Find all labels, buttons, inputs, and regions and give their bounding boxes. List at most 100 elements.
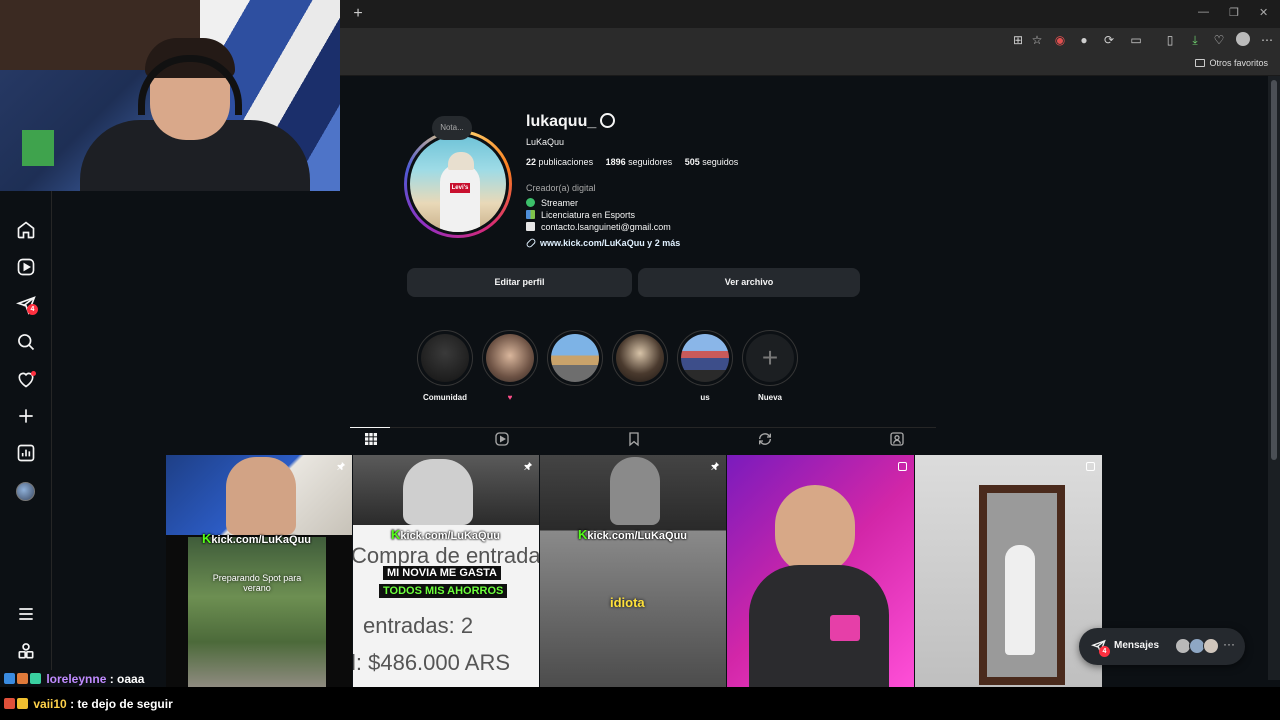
followers-stat[interactable]: 1896 seguidores [606, 157, 673, 167]
bio-line-2: Licenciatura en Esports [541, 210, 636, 220]
reposts-icon [759, 433, 771, 445]
other-favorites-folder[interactable]: Otros favoritos [1195, 58, 1268, 68]
highlight-label: Comunidad [423, 393, 467, 402]
sidebar-reels[interactable] [16, 257, 36, 277]
edit-profile-button[interactable]: Editar perfil [407, 268, 632, 297]
chat-message: vaii10 : te dejo de seguir [4, 697, 173, 711]
settings-gear-icon[interactable] [600, 113, 615, 128]
other-favorites-label: Otros favoritos [1209, 58, 1268, 68]
sidebar-menu[interactable] [16, 604, 36, 624]
chat-badge-icon [30, 673, 41, 684]
messages-pill-badge: 4 [1099, 646, 1110, 657]
profile-avatar[interactable]: Levi's [404, 130, 512, 238]
tab-saved[interactable] [626, 431, 642, 447]
highlight-new[interactable]: + Nueva [742, 330, 798, 403]
browser-menu-icon[interactable]: ⋯ [1259, 32, 1275, 48]
cast-icon[interactable]: ▭ [1128, 32, 1144, 48]
profile-avatar-icon[interactable] [16, 482, 35, 501]
browser-essentials-icon[interactable]: ♡ [1211, 32, 1227, 48]
chat-text: : oaaa [109, 672, 145, 686]
multiple-media-icon [1086, 462, 1095, 471]
books-icon [526, 210, 535, 219]
chat-username: loreleynne [46, 672, 107, 686]
split-screen-icon[interactable]: ▯ [1162, 32, 1178, 48]
post-caption-top: MI NOVIA ME GASTA [383, 566, 501, 580]
sidebar-search[interactable] [16, 332, 36, 352]
messages-pill-label: Mensajes [1114, 640, 1160, 651]
new-tab-button[interactable]: + [349, 5, 367, 23]
profile-photo: Levi's [410, 136, 506, 232]
tabs-divider [350, 427, 936, 428]
avatar [1203, 638, 1219, 654]
chat-badge-icon [17, 698, 28, 709]
reels-icon [17, 258, 35, 276]
profile-link[interactable]: www.kick.com/LuKaQuu y 2 más [525, 237, 680, 249]
profile-stats: 22 publicaciones 1896 seguidores 505 seg… [526, 157, 738, 167]
sidebar-more-apps[interactable] [16, 641, 36, 661]
instagram-sidebar: 4 [0, 191, 52, 670]
multiple-media-icon [898, 462, 907, 471]
highlight-us[interactable]: us [677, 330, 733, 403]
tab-posts[interactable] [363, 431, 379, 447]
chat-message: loreleynne : oaaa [4, 672, 144, 686]
tagged-icon [890, 432, 904, 446]
close-window-button[interactable]: ✕ [1259, 6, 1268, 19]
bio-line-3[interactable]: contacto.lsanguineti@gmail.com [541, 222, 671, 232]
tab-reposts[interactable] [757, 431, 773, 447]
favorite-star-icon[interactable]: ☆ [1029, 32, 1045, 48]
bio-line-1: Streamer [541, 198, 579, 208]
extension-puzzle-icon[interactable]: ⟳ [1101, 32, 1117, 48]
extension-shield-icon[interactable]: ◉ [1052, 32, 1068, 48]
download-icon[interactable]: ⤓ [1187, 32, 1203, 48]
messages-pill[interactable]: 4 Mensajes ··· [1079, 628, 1245, 665]
highlight-label: us [700, 393, 710, 402]
note-bubble[interactable]: Nota... [432, 116, 472, 140]
kick-watermark: Kkick.com/LuKaQuu [202, 531, 312, 546]
sidebar-dashboard[interactable] [16, 443, 36, 463]
following-stat[interactable]: 505 seguidos [685, 157, 739, 167]
tab-reels[interactable] [494, 431, 510, 447]
extension-drop-icon[interactable]: ● [1076, 32, 1092, 48]
messages-badge: 4 [27, 304, 38, 315]
post-caption: Preparando Spot para verano [212, 573, 302, 593]
pin-icon [337, 461, 346, 471]
post-4[interactable] [727, 455, 914, 687]
minimize-button[interactable]: — [1198, 6, 1209, 18]
tab-tagged[interactable] [889, 431, 905, 447]
view-archive-button[interactable]: Ver archivo [638, 268, 860, 297]
sidebar-home[interactable] [16, 220, 36, 240]
highlight-heart[interactable]: ♥ [482, 330, 538, 403]
restore-button[interactable]: ❐ [1229, 6, 1239, 19]
apps-icon[interactable]: ⊞ [1010, 32, 1026, 48]
chat-badge-icon [17, 673, 28, 684]
envelope-icon [526, 222, 535, 231]
scrollbar-thumb[interactable] [1271, 80, 1277, 460]
post-5[interactable] [915, 455, 1102, 687]
post-1[interactable]: Kkick.com/LuKaQuu Preparando Spot para v… [166, 455, 352, 687]
post-2[interactable]: Compra de entrada entradas: 2 l: $486.00… [353, 455, 539, 687]
post-3[interactable]: Kkick.com/LuKaQuu idiota [540, 455, 726, 687]
link-icon [525, 237, 537, 249]
bg-text: l: $486.000 ARS [353, 650, 511, 675]
sidebar-create[interactable] [16, 406, 36, 426]
post-caption-bottom: TODOS MIS AHORROS [379, 584, 508, 598]
chat-badge-icon [4, 698, 15, 709]
browser-profile-icon[interactable] [1235, 32, 1251, 48]
create-plus-icon [19, 409, 33, 423]
kick-watermark: Kkick.com/LuKaQuu [578, 527, 688, 542]
profile-full-name: LuKaQuu [526, 137, 565, 147]
chat-username: vaii10 [33, 697, 67, 711]
highlight-label [547, 393, 603, 403]
chat-text: : te dejo de seguir [70, 697, 173, 711]
chat-overlay-band [0, 687, 1280, 720]
highlight-4[interactable] [612, 330, 668, 403]
active-tab-indicator [350, 427, 390, 428]
highlight-label: ♥ [507, 393, 513, 402]
profile-username: lukaquu_ [526, 113, 597, 130]
profile-bio: Streamer Licenciatura en Esports contact… [526, 197, 671, 233]
highlight-3[interactable] [547, 330, 603, 403]
highlight-label [612, 393, 668, 403]
highlight-comunidad[interactable]: Comunidad [417, 330, 473, 403]
more-icon[interactable]: ··· [1223, 637, 1235, 651]
page-scrollbar[interactable] [1268, 76, 1280, 680]
